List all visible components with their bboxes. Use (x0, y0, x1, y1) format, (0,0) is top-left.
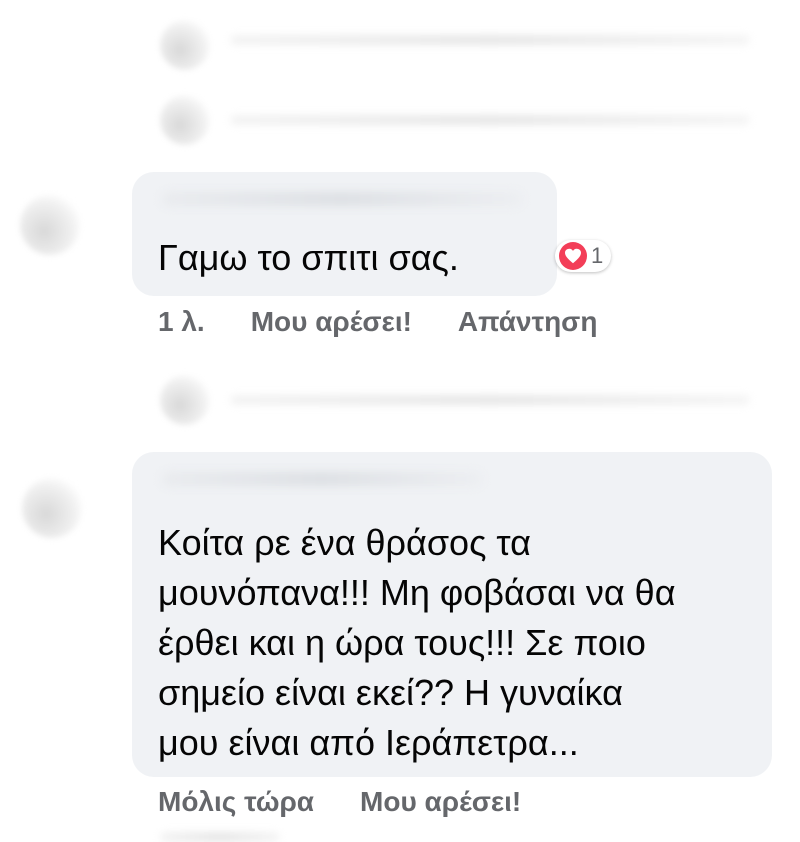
comment-text: Κοίτα ρε ένα θράσος τα μουνόπανα!!! Μη φ… (158, 522, 676, 763)
author-name[interactable] (162, 472, 482, 486)
timestamp[interactable]: Μόλις τώρα (158, 786, 314, 818)
blurred-text (160, 832, 280, 842)
blurred-text (230, 395, 750, 405)
like-button[interactable]: Μου αρέσει! (360, 786, 521, 818)
comment-text: Γαμω το σπιτι σας. (158, 237, 459, 278)
comment-bubble: Κοίτα ρε ένα θράσος τα μουνόπανα!!! Μη φ… (132, 452, 772, 777)
reaction-count: 1 (591, 243, 604, 268)
heart-icon (559, 242, 587, 270)
blurred-text (230, 115, 750, 125)
comment-actions: 1 λ. Μου αρέσει! Απάντηση (158, 306, 597, 338)
reply-button[interactable]: Απάντηση (458, 306, 598, 338)
timestamp[interactable]: 1 λ. (158, 306, 205, 338)
reaction-badge[interactable]: 1 (555, 240, 612, 272)
avatar (160, 375, 210, 425)
avatar (160, 95, 210, 145)
like-button[interactable]: Μου αρέσει! (251, 306, 412, 338)
avatar[interactable] (20, 195, 80, 255)
avatar (160, 20, 210, 70)
comment-actions: Μόλις τώρα Μου αρέσει! (158, 786, 521, 818)
blurred-text (230, 35, 750, 45)
comment-bubble: Γαμω το σπιτι σας. (132, 172, 557, 296)
avatar[interactable] (22, 478, 82, 538)
author-name[interactable] (162, 192, 522, 206)
